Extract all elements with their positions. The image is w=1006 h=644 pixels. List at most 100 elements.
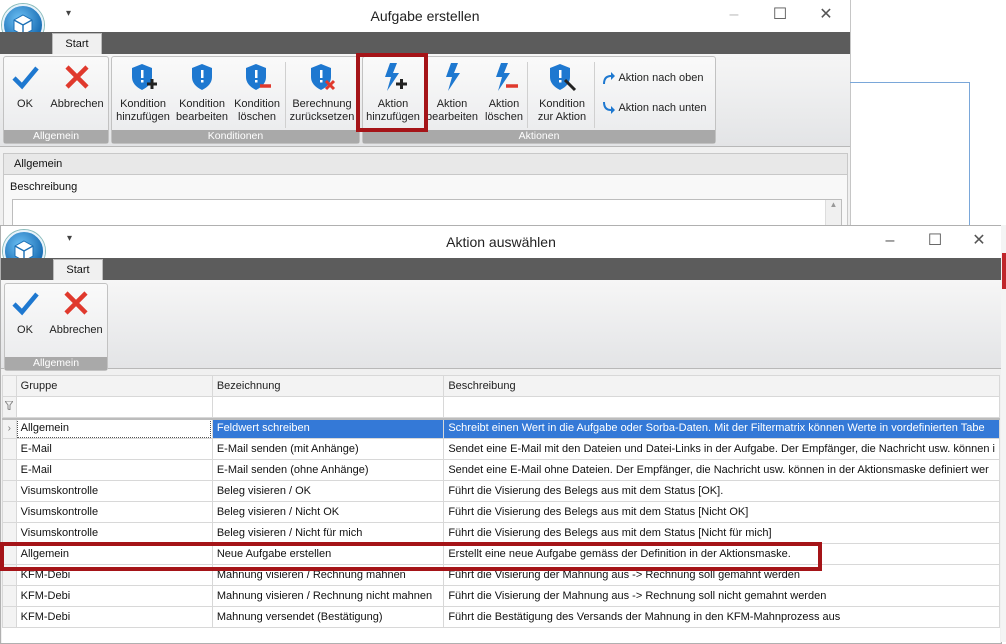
aktion-nach-oben-button[interactable]: Aktion nach oben <box>600 70 703 86</box>
table-row[interactable]: E-Mail E-Mail senden (mit Anhänge) Sendet … <box>2 438 1000 460</box>
header-divider <box>2 418 1000 420</box>
cell-bezeichnung[interactable]: Mahnung visieren / Rechnung nicht mahnen <box>211 585 445 607</box>
row-indicator[interactable] <box>2 480 17 502</box>
filter-cell-beschreibung[interactable] <box>443 396 1000 418</box>
abbrechen-button[interactable]: Abbrechen <box>46 62 108 111</box>
cell-gruppe[interactable]: E-Mail <box>15 438 213 460</box>
cell-beschreibung[interactable]: Führt die Visierung der Mahnung aus -> R… <box>443 585 1000 607</box>
cell-beschreibung[interactable]: Sendet eine E-Mail ohne Dateien. Der Emp… <box>443 459 1000 481</box>
cell-beschreibung[interactable]: Führt die Visierung des Belegs aus mit d… <box>443 501 1000 523</box>
row-indicator[interactable] <box>2 459 17 481</box>
beschreibung-label: Beschreibung <box>10 181 78 193</box>
cell-beschreibung[interactable]: Führt die Visierung des Belegs aus mit d… <box>443 480 1000 502</box>
aktion-nach-oben-label: Aktion nach oben <box>618 71 704 84</box>
section-header-allgemein[interactable]: Allgemein <box>3 153 848 175</box>
minimize-button[interactable]: – <box>725 6 743 24</box>
cell-beschreibung[interactable]: Schreibt einen Wert in die Aufgabe oder … <box>443 417 1000 439</box>
bolt-edit-icon <box>446 63 460 91</box>
cell-beschreibung[interactable]: Führt die Bestätigung des Versands der M… <box>443 606 1000 628</box>
filter-cell-gruppe[interactable] <box>15 396 213 418</box>
cell-gruppe[interactable]: E-Mail <box>15 459 213 481</box>
header-indicator <box>2 375 17 397</box>
row-indicator[interactable] <box>2 522 17 544</box>
quick-access-dropdown[interactable]: ▾ <box>66 8 71 19</box>
berechnung-zuruecksetzen-label: Berechnung zurücksetzen <box>289 98 355 123</box>
kondition-hinzufuegen-button[interactable]: Kondition hinzufügen <box>112 62 174 123</box>
column-header-gruppe[interactable]: Gruppe <box>15 375 213 397</box>
table-row[interactable]: E-Mail E-Mail senden (ohne Anhänge) Sendet… <box>2 459 1000 481</box>
ribbon-tab-strip <box>1 258 1001 280</box>
aktion-auswaehlen-window: Aktion auswählen ▾ – ☐ ✕ Start Allgemein… <box>0 225 1002 644</box>
cell-gruppe[interactable]: Allgemein <box>15 417 213 439</box>
arrow-down-icon <box>603 102 615 114</box>
kondition-loeschen-button[interactable]: Kondition löschen <box>226 62 288 123</box>
maximize-button[interactable]: ☐ <box>926 232 944 250</box>
filter-icon[interactable] <box>2 396 17 418</box>
cell-bezeichnung[interactable]: Beleg visieren / Nicht für mich <box>211 522 445 544</box>
ribbon <box>1 280 1001 369</box>
cell-gruppe[interactable]: Visumskontrolle <box>15 522 213 544</box>
window-title: Aktion auswählen <box>446 234 556 250</box>
quick-access-dropdown[interactable]: ▾ <box>67 233 72 244</box>
title-bar: Aufgabe erstellen ▾ – ☐ ✕ <box>0 0 850 32</box>
cell-beschreibung[interactable]: Sendet eine E-Mail mit den Dateien und D… <box>443 438 1000 460</box>
cell-gruppe[interactable]: KFM-Debi <box>15 606 213 628</box>
ok-button[interactable]: OK <box>0 62 50 111</box>
filter-cell-bezeichnung[interactable] <box>211 396 445 418</box>
aktion-loeschen-button[interactable]: Aktion löschen <box>473 62 535 123</box>
shield-delete-icon <box>246 64 271 90</box>
cell-bezeichnung[interactable]: Beleg visieren / Nicht OK <box>211 501 445 523</box>
group-label: Allgemein <box>4 130 108 143</box>
table-row[interactable]: › Allgemein Feldwert schreiben Schreibt ein… <box>2 417 1000 439</box>
cell-gruppe[interactable]: Visumskontrolle <box>15 480 213 502</box>
cell-bezeichnung[interactable]: E-Mail senden (mit Anhänge) <box>211 438 445 460</box>
table-row[interactable]: Visumskontrolle Beleg visieren / Nicht OK… <box>2 501 1000 523</box>
close-button[interactable]: ✕ <box>970 232 988 250</box>
cell-beschreibung[interactable]: Führt die Visierung des Belegs aus mit d… <box>443 522 1000 544</box>
row-indicator[interactable] <box>2 438 17 460</box>
cell-bezeichnung[interactable]: Beleg visieren / OK <box>211 480 445 502</box>
table-row[interactable]: Visumskontrolle Beleg visieren / Nicht fü… <box>2 522 1000 544</box>
x-icon <box>64 291 88 315</box>
cell-bezeichnung[interactable]: E-Mail senden (ohne Anhänge) <box>211 459 445 481</box>
kondition-zur-aktion-button[interactable]: Kondition zur Aktion <box>531 62 593 123</box>
table-row[interactable]: KFM-Debi Mahnung visieren / Rechnung nich… <box>2 585 1000 607</box>
ribbon-tab-strip <box>0 32 850 54</box>
cell-bezeichnung[interactable]: Feldwert schreiben <box>211 417 445 439</box>
table-row[interactable]: KFM-Debi Mahnung versendet (Bestätigung) F… <box>2 606 1000 628</box>
background-window-frame <box>850 82 970 226</box>
row-indicator[interactable] <box>2 606 17 628</box>
aktion-nach-unten-label: Aktion nach unten <box>618 101 707 114</box>
filter-row <box>2 396 1000 418</box>
abbrechen-button[interactable]: Abbrechen <box>45 288 107 337</box>
aktion-nach-unten-button[interactable]: Aktion nach unten <box>600 100 707 116</box>
ribbon-separator <box>527 62 528 128</box>
minimize-button[interactable]: – <box>881 232 899 250</box>
berechnung-zuruecksetzen-button[interactable]: Berechnung zurücksetzen <box>286 62 358 123</box>
row-indicator[interactable] <box>2 501 17 523</box>
check-icon <box>12 66 39 90</box>
group-label: Konditionen <box>112 130 359 143</box>
row-indicator[interactable] <box>2 585 17 607</box>
section-header-label: Allgemein <box>14 158 63 170</box>
highlight-box <box>356 53 428 132</box>
cell-gruppe[interactable]: Visumskontrolle <box>15 501 213 523</box>
tab-start[interactable]: Start <box>53 259 103 281</box>
column-header-beschreibung[interactable]: Beschreibung <box>443 375 1000 397</box>
row-indicator-arrow-icon[interactable]: › <box>2 417 17 439</box>
table-row[interactable]: Visumskontrolle Beleg visieren / OK Führt … <box>2 480 1000 502</box>
tab-start[interactable]: Start <box>52 33 102 55</box>
cell-gruppe[interactable]: KFM-Debi <box>15 585 213 607</box>
column-header-bezeichnung[interactable]: Bezeichnung <box>211 375 445 397</box>
shield-bolt-icon <box>550 64 577 92</box>
grid-body: › Allgemein Feldwert schreiben Schreibt ein… <box>2 417 1000 628</box>
shield-edit-icon <box>192 64 212 90</box>
close-button[interactable]: ✕ <box>817 6 835 24</box>
edge-accent <box>1002 253 1006 289</box>
maximize-button[interactable]: ☐ <box>771 6 789 24</box>
ok-button[interactable]: OK <box>1 288 49 337</box>
kondition-bearbeiten-button[interactable]: Kondition bearbeiten <box>171 62 233 123</box>
aktion-bearbeiten-label: Aktion bearbeiten <box>426 98 478 123</box>
cell-bezeichnung[interactable]: Mahnung versendet (Bestätigung) <box>211 606 445 628</box>
header-row: Gruppe Bezeichnung Beschreibung <box>2 375 1000 397</box>
